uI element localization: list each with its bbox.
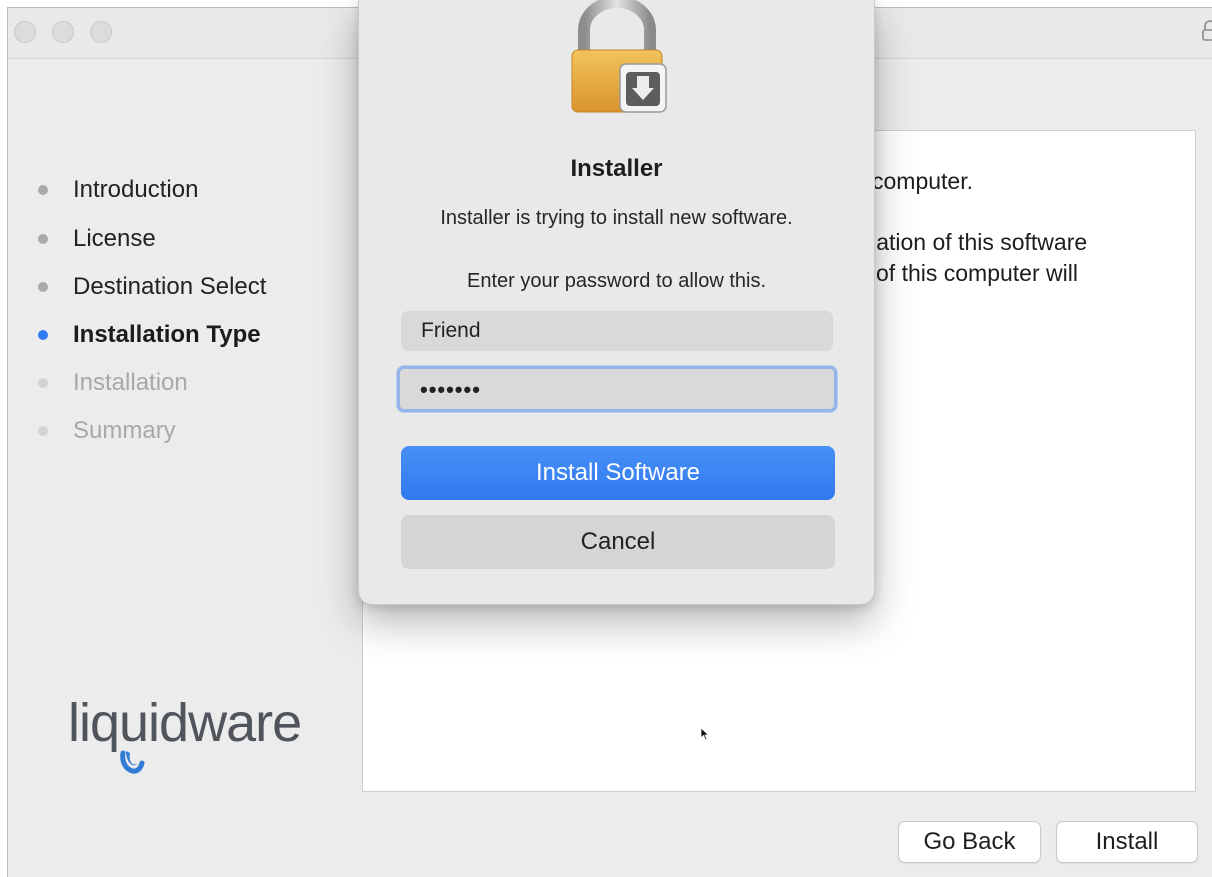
content-line: computer.: [872, 168, 973, 194]
current-step-dot: [38, 330, 48, 340]
step-dot: [38, 426, 48, 436]
lock-icon: [1200, 20, 1212, 42]
logo-text: liquidware: [68, 693, 301, 753]
cancel-button[interactable]: Cancel: [401, 515, 835, 569]
padlock-installer-icon: [564, 0, 674, 122]
step-label: Installation: [73, 369, 188, 396]
content-line: llation of this software: [866, 229, 1088, 255]
password-field[interactable]: •••••••: [397, 366, 837, 412]
install-software-button[interactable]: Install Software: [401, 446, 835, 500]
step-dot: [38, 185, 48, 195]
liquidware-logo: liquidware: [68, 693, 353, 793]
step-dot: [38, 234, 48, 244]
step-label: Introduction: [73, 176, 199, 203]
minimize-window-button[interactable]: [52, 21, 74, 43]
step-label: License: [73, 225, 156, 252]
username-field[interactable]: Friend: [401, 311, 833, 351]
install-button[interactable]: Install: [1056, 821, 1198, 863]
dialog-title: Installer: [570, 155, 663, 182]
mouse-cursor-icon: [700, 727, 710, 746]
go-back-button[interactable]: Go Back: [898, 821, 1041, 863]
content-line: of this computer will: [876, 260, 1078, 286]
step-dot: [38, 282, 48, 292]
step-label: Destination Select: [73, 273, 267, 300]
password-dialog: Installer Installer is trying to install…: [358, 0, 875, 605]
zoom-window-button[interactable]: [90, 21, 112, 43]
close-window-button[interactable]: [14, 21, 36, 43]
dialog-message: Installer is trying to install new softw…: [440, 207, 793, 229]
dialog-prompt: Enter your password to allow this.: [466, 270, 767, 292]
step-dot: [38, 378, 48, 388]
step-label: Installation Type: [73, 321, 261, 348]
step-label: Summary: [73, 417, 176, 444]
